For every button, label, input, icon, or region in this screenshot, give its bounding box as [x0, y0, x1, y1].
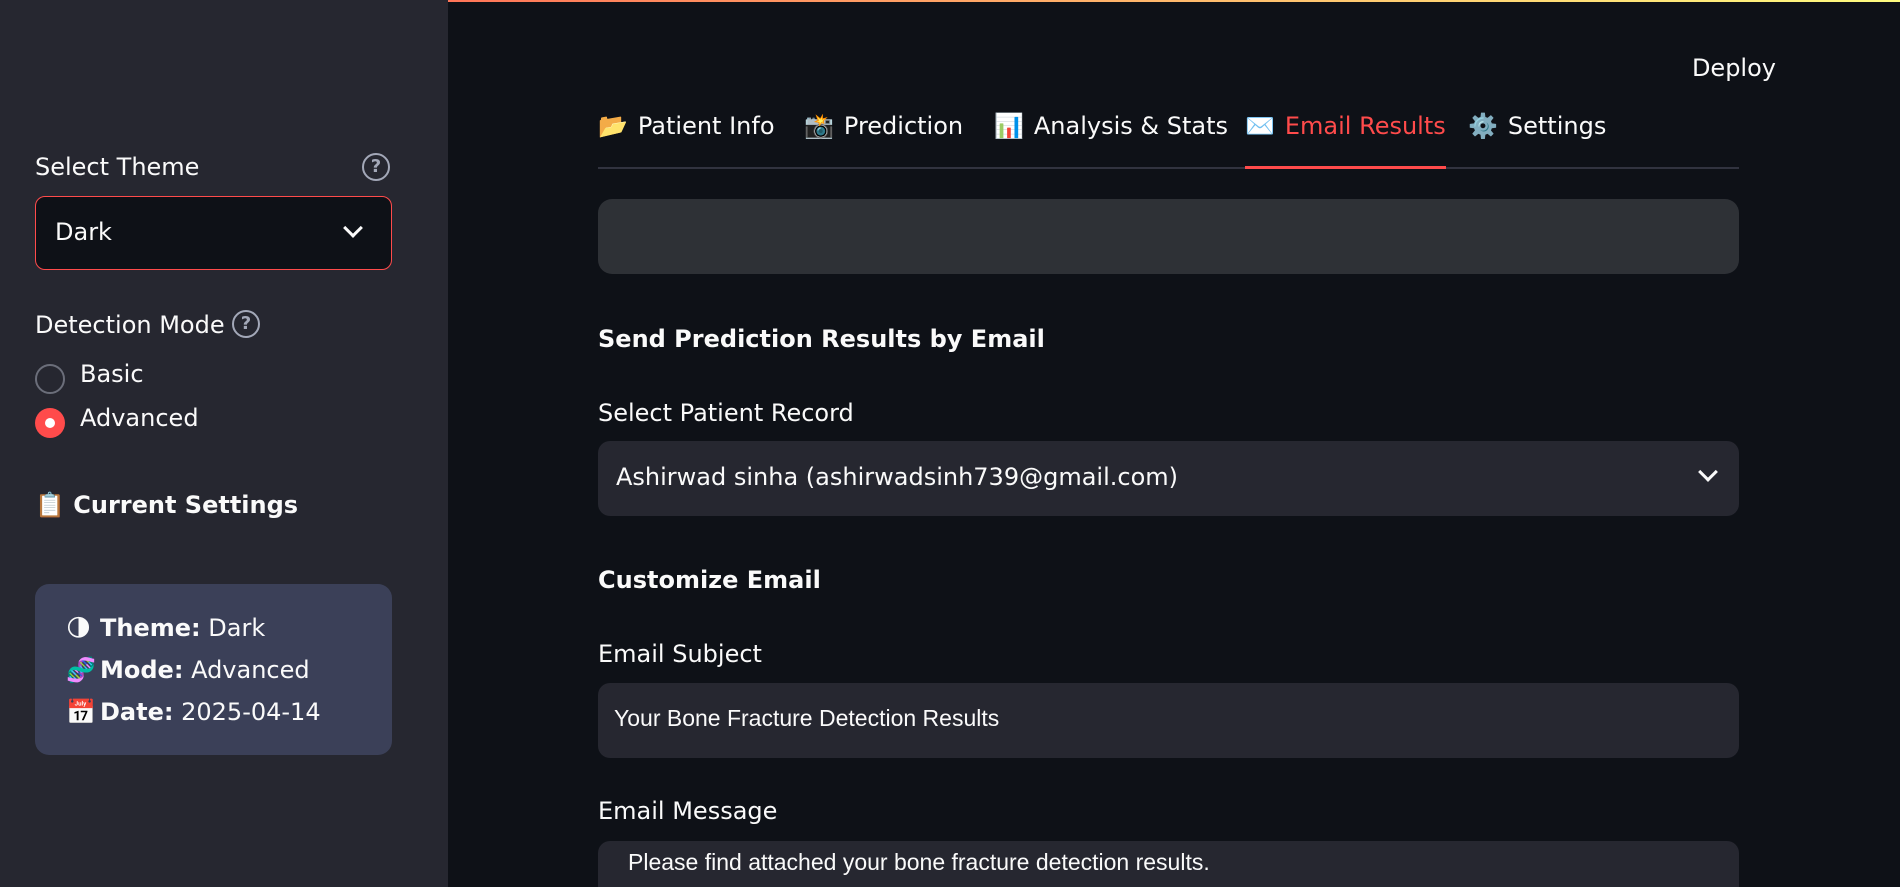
current-settings-card: 🌗 Theme: Dark 🧬 Mode: Advanced 📅 Date: 2025… — [35, 584, 392, 755]
theme-select-value: Dark — [55, 218, 112, 246]
setting-key: Mode: — [100, 656, 184, 684]
email-subject-value: Your Bone Fracture Detection Results — [614, 705, 1000, 731]
chevron-down-icon — [1698, 462, 1718, 482]
tab-label: Analysis & Stats — [1033, 112, 1229, 140]
setting-key: Date: — [100, 698, 174, 726]
customize-email-heading: Customize Email — [598, 566, 821, 594]
email-message-value: Please find attached your bone fracture … — [628, 849, 1210, 875]
tab-label: Settings — [1507, 112, 1607, 140]
email-subject-input[interactable]: Your Bone Fracture Detection Results — [598, 683, 1739, 758]
email-message-textarea[interactable]: Please find attached your bone fracture … — [598, 841, 1739, 887]
email-subject-label: Email Subject — [598, 640, 762, 668]
theme-select[interactable]: Dark — [35, 196, 392, 270]
radio-advanced[interactable] — [35, 408, 65, 438]
sidebar: Select Theme ? Dark Detection Mode ? Bas… — [0, 0, 448, 887]
patient-record-label: Select Patient Record — [598, 399, 854, 427]
empty-info-box — [598, 199, 1739, 274]
tab-label: Patient Info — [637, 112, 775, 140]
setting-value: Dark — [208, 614, 266, 642]
chevron-down-icon — [343, 218, 363, 238]
radio-basic[interactable] — [35, 364, 65, 394]
patient-record-select[interactable]: Ashirwad sinha (ashirwadsinh739@gmail.co… — [598, 441, 1739, 516]
send-email-heading: Send Prediction Results by Email — [598, 325, 1045, 353]
camera-icon: 📸 — [804, 112, 834, 140]
tab-prediction[interactable]: 📸 Prediction — [804, 112, 963, 169]
theme-select-label: Select Theme — [35, 153, 200, 181]
radio-basic-label[interactable]: Basic — [80, 360, 144, 388]
detection-mode-label: Detection Mode — [35, 311, 225, 339]
help-icon[interactable]: ? — [232, 310, 260, 338]
patient-record-value: Ashirwad sinha (ashirwadsinh739@gmail.co… — [616, 463, 1178, 491]
deploy-button[interactable]: Deploy — [1692, 54, 1776, 82]
tab-analysis-stats[interactable]: 📊 Analysis & Stats — [994, 112, 1228, 169]
tab-email-results[interactable]: ✉️ Email Results — [1245, 112, 1446, 169]
gear-icon: ⚙️ — [1468, 112, 1498, 140]
setting-row-mode: 🧬 Mode: Advanced — [66, 656, 310, 684]
theme-icon: 🌗 — [66, 614, 92, 642]
tab-bar: 📂 Patient Info 📸 Prediction 📊 Analysis & St… — [598, 112, 1739, 169]
tab-settings[interactable]: ⚙️ Settings — [1468, 112, 1606, 169]
setting-row-date: 📅 Date: 2025-04-14 — [66, 698, 321, 726]
setting-key: Theme: — [100, 614, 201, 642]
tab-label: Prediction — [843, 112, 964, 140]
envelope-icon: ✉️ — [1245, 112, 1275, 140]
setting-row-theme: 🌗 Theme: Dark — [66, 614, 265, 642]
setting-value: Advanced — [191, 656, 310, 684]
setting-value: 2025-04-14 — [181, 698, 321, 726]
tab-patient-info[interactable]: 📂 Patient Info — [598, 112, 775, 169]
dna-icon: 🧬 — [66, 656, 96, 684]
help-icon[interactable]: ? — [362, 153, 390, 181]
current-settings-heading: 📋 Current Settings — [35, 491, 299, 519]
bar-chart-icon: 📊 — [994, 112, 1024, 140]
radio-advanced-label[interactable]: Advanced — [80, 404, 199, 432]
tab-label: Email Results — [1284, 112, 1446, 140]
calendar-icon: 📅 — [66, 698, 96, 726]
folder-icon: 📂 — [598, 112, 628, 140]
email-message-label: Email Message — [598, 797, 778, 825]
